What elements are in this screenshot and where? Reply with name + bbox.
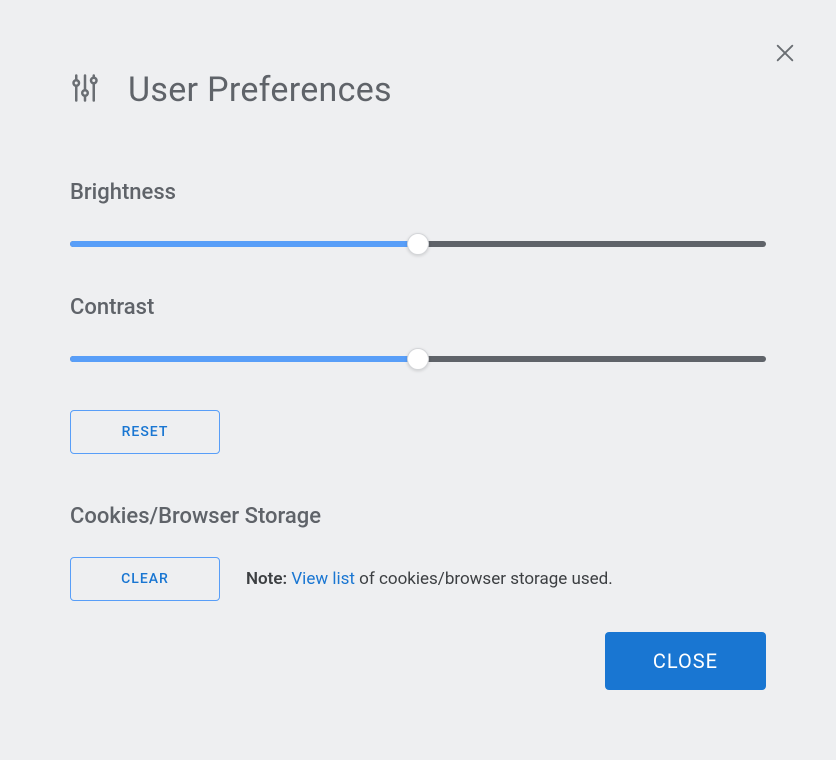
slider-thumb[interactable] — [407, 233, 429, 255]
slider-fill — [70, 356, 418, 362]
note-label: Note: — [246, 569, 287, 589]
clear-button[interactable]: CLEAR — [70, 557, 220, 601]
slider-thumb[interactable] — [407, 348, 429, 370]
modal-header: User Preferences — [70, 70, 766, 110]
storage-row: CLEAR Note: View list of cookies/browser… — [70, 557, 766, 601]
modal-title: User Preferences — [128, 70, 392, 110]
sliders-icon — [70, 73, 100, 107]
brightness-label: Brightness — [70, 180, 766, 205]
brightness-slider[interactable] — [70, 233, 766, 253]
reset-button[interactable]: RESET — [70, 410, 220, 454]
brightness-section: Brightness — [70, 180, 766, 253]
note-suffix: of cookies/browser storage used. — [355, 569, 613, 589]
contrast-section: Contrast — [70, 295, 766, 368]
user-preferences-modal: User Preferences Brightness Contrast RES… — [0, 0, 836, 641]
slider-fill — [70, 241, 418, 247]
close-icon[interactable] — [774, 42, 796, 68]
contrast-slider[interactable] — [70, 348, 766, 368]
storage-section: Cookies/Browser Storage CLEAR Note: View… — [70, 504, 766, 601]
contrast-label: Contrast — [70, 295, 766, 320]
modal-footer: CLOSE — [605, 632, 766, 690]
storage-label: Cookies/Browser Storage — [70, 504, 766, 529]
view-list-link[interactable]: View list — [291, 569, 355, 589]
storage-note: Note: View list of cookies/browser stora… — [246, 569, 613, 589]
close-button[interactable]: CLOSE — [605, 632, 766, 690]
